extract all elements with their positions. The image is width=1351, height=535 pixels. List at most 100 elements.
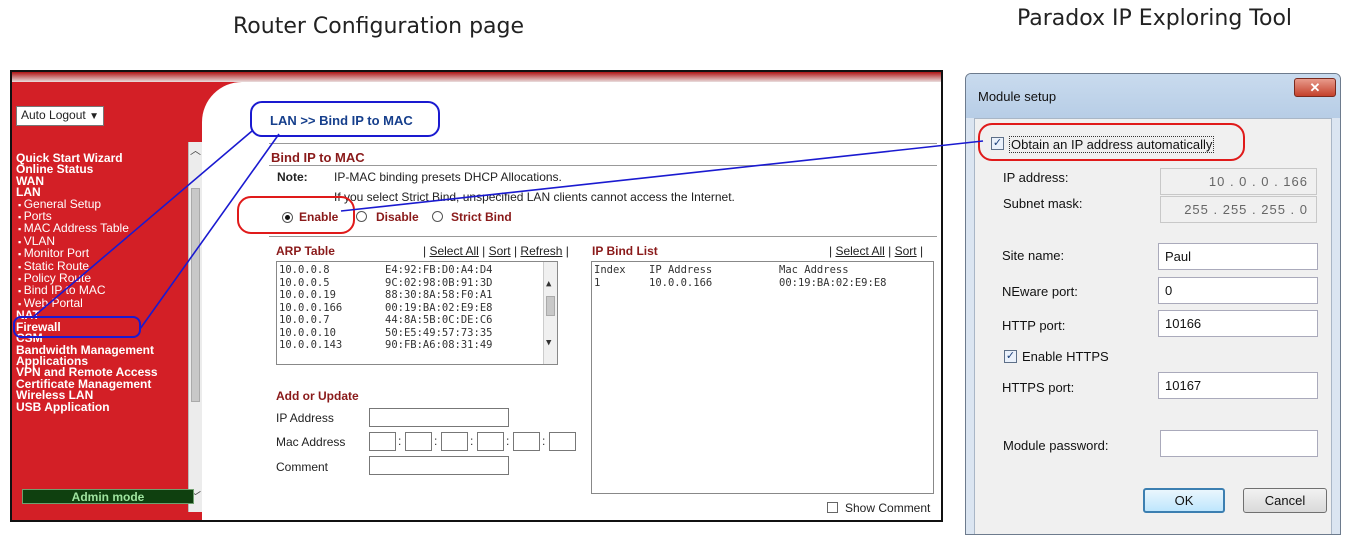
neware-port-input[interactable]: 0 xyxy=(1158,277,1318,304)
scroll-up-icon[interactable]: ︿ xyxy=(190,146,201,157)
content-corner xyxy=(202,82,242,122)
arp-scroll-thumb[interactable] xyxy=(546,296,555,316)
arp-scrollbar[interactable]: ▲ ▼ xyxy=(543,262,557,364)
header-index: Index xyxy=(594,264,626,276)
arp-select-all-link[interactable]: Select All xyxy=(429,244,478,258)
sidebar-menu: Quick Start WizardOnline StatusWANLANGen… xyxy=(16,152,186,413)
bind-select-all-link[interactable]: Select All xyxy=(835,244,884,258)
subnet-mask-label: Subnet mask: xyxy=(1003,196,1083,211)
ip-address-label: IP Address xyxy=(276,411,334,425)
router-config-heading: Router Configuration page xyxy=(233,14,525,39)
cancel-button[interactable]: Cancel xyxy=(1243,488,1327,513)
list-item[interactable]: 1 10.0.0.166 00:19:BA:02:E9:E8 xyxy=(592,277,933,290)
router-top-bar xyxy=(12,72,941,82)
sidebar-item-wan[interactable]: WAN xyxy=(16,175,186,187)
mac-octet-input[interactable] xyxy=(549,432,576,451)
arp-mac: 00:19:BA:02:E9:E8 xyxy=(385,301,493,314)
bind-mac: 00:19:BA:02:E9:E8 xyxy=(779,276,887,289)
ip-address-field: 10 . 0 . 0 . 166 xyxy=(1160,168,1317,195)
list-item[interactable]: 10.0.0.8 E4:92:FB:D0:A4:D4 xyxy=(277,264,557,277)
ip-bind-list-title: IP Bind List xyxy=(592,244,658,258)
comment-label: Comment xyxy=(276,460,329,474)
mac-separator: : xyxy=(470,434,474,448)
list-item[interactable]: 10.0.0.166 00:19:BA:02:E9:E8 xyxy=(277,302,557,315)
arp-mac: 44:8A:5B:0C:DE:C6 xyxy=(385,314,493,326)
arp-ip: 10.0.0.5 xyxy=(279,276,330,289)
ip-tool-heading: Paradox IP Exploring Tool xyxy=(1017,6,1293,31)
enable-highlight xyxy=(237,196,355,234)
auto-logout-value: Auto Logout xyxy=(21,108,86,122)
sidebar-item-usb-application[interactable]: USB Application xyxy=(16,400,186,413)
sidebar-item-web-portal[interactable]: Web Portal xyxy=(16,297,186,310)
sidebar-scroll-thumb[interactable] xyxy=(191,188,200,402)
enable-https-label: Enable HTTPS xyxy=(1022,349,1109,364)
mac-octet-input[interactable] xyxy=(405,432,432,451)
mac-separator: : xyxy=(398,434,402,448)
arp-refresh-link[interactable]: Refresh xyxy=(520,244,562,258)
arp-mac: E4:92:FB:D0:A4:D4 xyxy=(385,264,493,276)
ip-address-label: IP address: xyxy=(1003,170,1069,185)
mac-octet-input[interactable] xyxy=(477,432,504,451)
arp-table-list[interactable]: 10.0.0.8 E4:92:FB:D0:A4:D4 10.0.0.5 9C:02:9… xyxy=(276,261,558,365)
list-item[interactable]: 10.0.0.143 90:FB:A6:08:31:49 xyxy=(277,339,557,352)
bind-ip: 10.0.0.166 xyxy=(649,276,713,289)
close-icon: ✕ xyxy=(1309,80,1321,95)
admin-mode-badge: Admin mode xyxy=(22,489,194,504)
bind-links: | Select All | Sort | xyxy=(829,244,924,258)
divider xyxy=(269,236,937,237)
https-port-input[interactable]: 10167 xyxy=(1158,372,1318,399)
list-item[interactable]: 10.0.0.10 50:E5:49:57:73:35 xyxy=(277,327,557,340)
arp-mac: 50:E5:49:57:73:35 xyxy=(385,326,493,339)
mac-separator: : xyxy=(542,434,546,448)
scroll-up-icon[interactable]: ▲ xyxy=(546,278,551,291)
obtain-ip-highlight xyxy=(978,123,1245,161)
list-item[interactable]: 10.0.0.19 88:30:8A:58:F0:A1 xyxy=(277,289,557,302)
close-button[interactable]: ✕ xyxy=(1294,78,1336,97)
list-item[interactable]: 10.0.0.5 9C:02:98:0B:91:3D xyxy=(277,277,557,290)
ip-address-input[interactable] xyxy=(369,408,509,427)
arp-ip: 10.0.0.143 xyxy=(279,339,343,351)
note-line-1: IP-MAC binding presets DHCP Allocations. xyxy=(334,170,562,184)
strict-bind-label: Strict Bind xyxy=(451,210,512,224)
bind-ip-menu-highlight xyxy=(13,316,141,338)
mac-octet-input[interactable] xyxy=(369,432,396,451)
bind-sort-link[interactable]: Sort xyxy=(895,244,917,258)
arp-mac: 88:30:8A:58:F0:A1 xyxy=(385,289,493,301)
module-password-input[interactable] xyxy=(1160,430,1318,457)
arp-mac: 90:FB:A6:08:31:49 xyxy=(385,339,493,351)
list-item[interactable]: 10.0.0.7 44:8A:5B:0C:DE:C6 xyxy=(277,314,557,327)
ok-button[interactable]: OK xyxy=(1143,488,1225,513)
site-name-label: Site name: xyxy=(1002,248,1065,263)
arp-sort-link[interactable]: Sort xyxy=(489,244,511,258)
sidebar-scrollbar[interactable]: ︿ ﹀ xyxy=(188,142,202,512)
subnet-mask-field: 255 . 255 . 255 . 0 xyxy=(1160,196,1317,223)
scroll-down-icon[interactable]: ▼ xyxy=(546,337,551,350)
neware-port-label: NEware port: xyxy=(1002,284,1078,299)
arp-ip: 10.0.0.19 xyxy=(279,289,336,301)
section-title: Bind IP to MAC xyxy=(271,150,365,165)
http-port-label: HTTP port: xyxy=(1002,318,1066,333)
arp-ip: 10.0.0.10 xyxy=(279,326,336,339)
ip-bind-list[interactable]: Index IP Address Mac Address 1 10.0.0.166 00… xyxy=(591,261,934,494)
mac-octet-input[interactable] xyxy=(441,432,468,451)
disable-radio[interactable] xyxy=(356,211,367,222)
header-mac-address: Mac Address xyxy=(779,264,849,276)
divider xyxy=(269,143,937,144)
strict-bind-radio[interactable] xyxy=(432,211,443,222)
mac-separator: : xyxy=(434,434,438,448)
arp-ip: 10.0.0.166 xyxy=(279,301,343,314)
auto-logout-select[interactable]: Auto Logout ▼ xyxy=(16,106,104,126)
http-port-input[interactable]: 10166 xyxy=(1158,310,1318,337)
arp-table-title: ARP Table xyxy=(276,244,335,258)
comment-input[interactable] xyxy=(369,456,509,475)
enable-https-checkbox[interactable]: ✓ xyxy=(1004,350,1017,363)
note-label: Note: xyxy=(277,170,308,184)
show-comment-checkbox[interactable] xyxy=(827,502,838,513)
note-line-2: If you select Strict Bind, unspecified L… xyxy=(334,190,735,204)
add-update-title: Add or Update xyxy=(276,389,359,403)
mac-octet-input[interactable] xyxy=(513,432,540,451)
site-name-input[interactable]: Paul xyxy=(1158,243,1318,270)
https-port-label: HTTPS port: xyxy=(1002,380,1075,395)
arp-mac: 9C:02:98:0B:91:3D xyxy=(385,276,493,289)
mac-separator: : xyxy=(506,434,510,448)
